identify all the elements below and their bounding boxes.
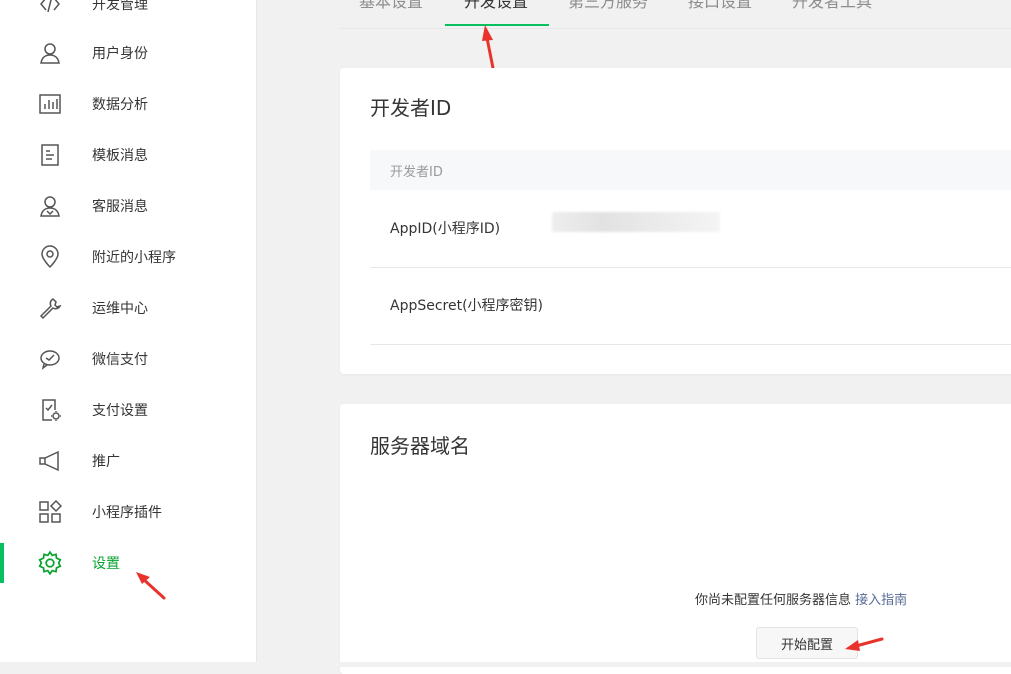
sidebar-item-promotion[interactable]: 推广 — [0, 441, 256, 481]
sidebar-item-data-analysis[interactable]: 数据分析 — [0, 84, 256, 124]
gear-icon — [36, 549, 64, 577]
sidebar-item-settings[interactable]: 设置 — [0, 543, 256, 583]
masked-appid-value — [552, 212, 720, 232]
tab-interface-settings[interactable]: 接口设置 — [688, 0, 752, 12]
empty-state-text: 你尚未配置任何服务器信息 接入指南 — [695, 589, 907, 608]
sidebar-item-customer-service[interactable]: 客服消息 — [0, 186, 256, 226]
sidebar-item-label: 用户身份 — [92, 46, 148, 62]
sidebar-item-nearby-miniprogram[interactable]: 附近的小程序 — [0, 237, 256, 277]
row-label-appsecret: AppSecret(小程序密钥) — [390, 298, 544, 314]
tab-third-party-services[interactable]: 第三方服务 — [568, 0, 648, 12]
column-header: 开发者ID — [390, 164, 443, 180]
chart-icon — [36, 90, 64, 118]
tab-dev-settings[interactable]: 开发设置 — [464, 0, 528, 12]
code-icon — [36, 0, 64, 18]
customer-service-icon — [36, 192, 64, 220]
wrench-icon — [36, 294, 64, 322]
sidebar-item-label: 小程序插件 — [92, 505, 162, 521]
empty-state-message: 你尚未配置任何服务器信息 — [695, 593, 852, 608]
active-tab-underline — [445, 24, 549, 26]
sidebar-item-label: 开发管理 — [92, 0, 148, 13]
sidebar: 开发管理 用户身份 数据分析 模板消息 客服消息 附近的小程序 运维中心 微信支… — [0, 0, 257, 667]
server-domain-card: 服务器域名 你尚未配置任何服务器信息 接入指南 开始配置 — [340, 404, 1011, 674]
row-label-appid: AppID(小程序ID) — [390, 221, 501, 237]
sidebar-item-label: 推广 — [92, 454, 120, 470]
document-icon — [36, 141, 64, 169]
window-bottom-edge — [0, 662, 1011, 667]
sidebar-item-label: 微信支付 — [92, 352, 148, 368]
tab-basic-settings[interactable]: 基本设置 — [359, 0, 423, 12]
sidebar-item-label: 支付设置 — [92, 403, 148, 419]
table-row: AppSecret(小程序密钥) — [370, 267, 1011, 345]
table-row: AppID(小程序ID) — [370, 190, 1011, 268]
sidebar-item-label: 运维中心 — [92, 301, 148, 317]
settings-tabs: 基本设置 开发设置 第三方服务 接口设置 开发者工具 — [340, 0, 1011, 29]
access-guide-link[interactable]: 接入指南 — [855, 593, 907, 608]
card-title: 服务器域名 — [370, 434, 470, 458]
location-pin-icon — [36, 243, 64, 271]
sidebar-item-dev-management[interactable]: 开发管理 — [0, 0, 256, 24]
tab-developer-tools[interactable]: 开发者工具 — [792, 0, 872, 12]
user-icon — [36, 39, 64, 67]
wechat-pay-icon — [36, 345, 64, 373]
sidebar-item-payment-settings[interactable]: 支付设置 — [0, 390, 256, 430]
sidebar-item-label: 客服消息 — [92, 199, 148, 215]
start-config-button[interactable]: 开始配置 — [756, 627, 858, 659]
sidebar-item-label: 设置 — [92, 556, 120, 572]
sidebar-item-label: 附近的小程序 — [92, 250, 176, 266]
sidebar-item-label: 数据分析 — [92, 97, 148, 113]
megaphone-icon — [36, 447, 64, 475]
sidebar-item-plugins[interactable]: 小程序插件 — [0, 492, 256, 532]
sidebar-item-template-message[interactable]: 模板消息 — [0, 135, 256, 175]
card-title: 开发者ID — [370, 96, 452, 120]
sidebar-item-label: 模板消息 — [92, 148, 148, 164]
main-content: 基本设置 开发设置 第三方服务 接口设置 开发者工具 开发者ID 开发者ID A… — [257, 0, 1011, 674]
table-header: 开发者ID — [370, 150, 1011, 190]
payment-settings-icon — [36, 396, 64, 424]
developer-id-card: 开发者ID 开发者ID AppID(小程序ID) AppSecret(小程序密钥… — [340, 68, 1011, 374]
plugin-grid-icon — [36, 498, 64, 526]
sidebar-item-wechat-pay[interactable]: 微信支付 — [0, 339, 256, 379]
sidebar-item-user-identity[interactable]: 用户身份 — [0, 33, 256, 73]
sidebar-item-ops-center[interactable]: 运维中心 — [0, 288, 256, 328]
